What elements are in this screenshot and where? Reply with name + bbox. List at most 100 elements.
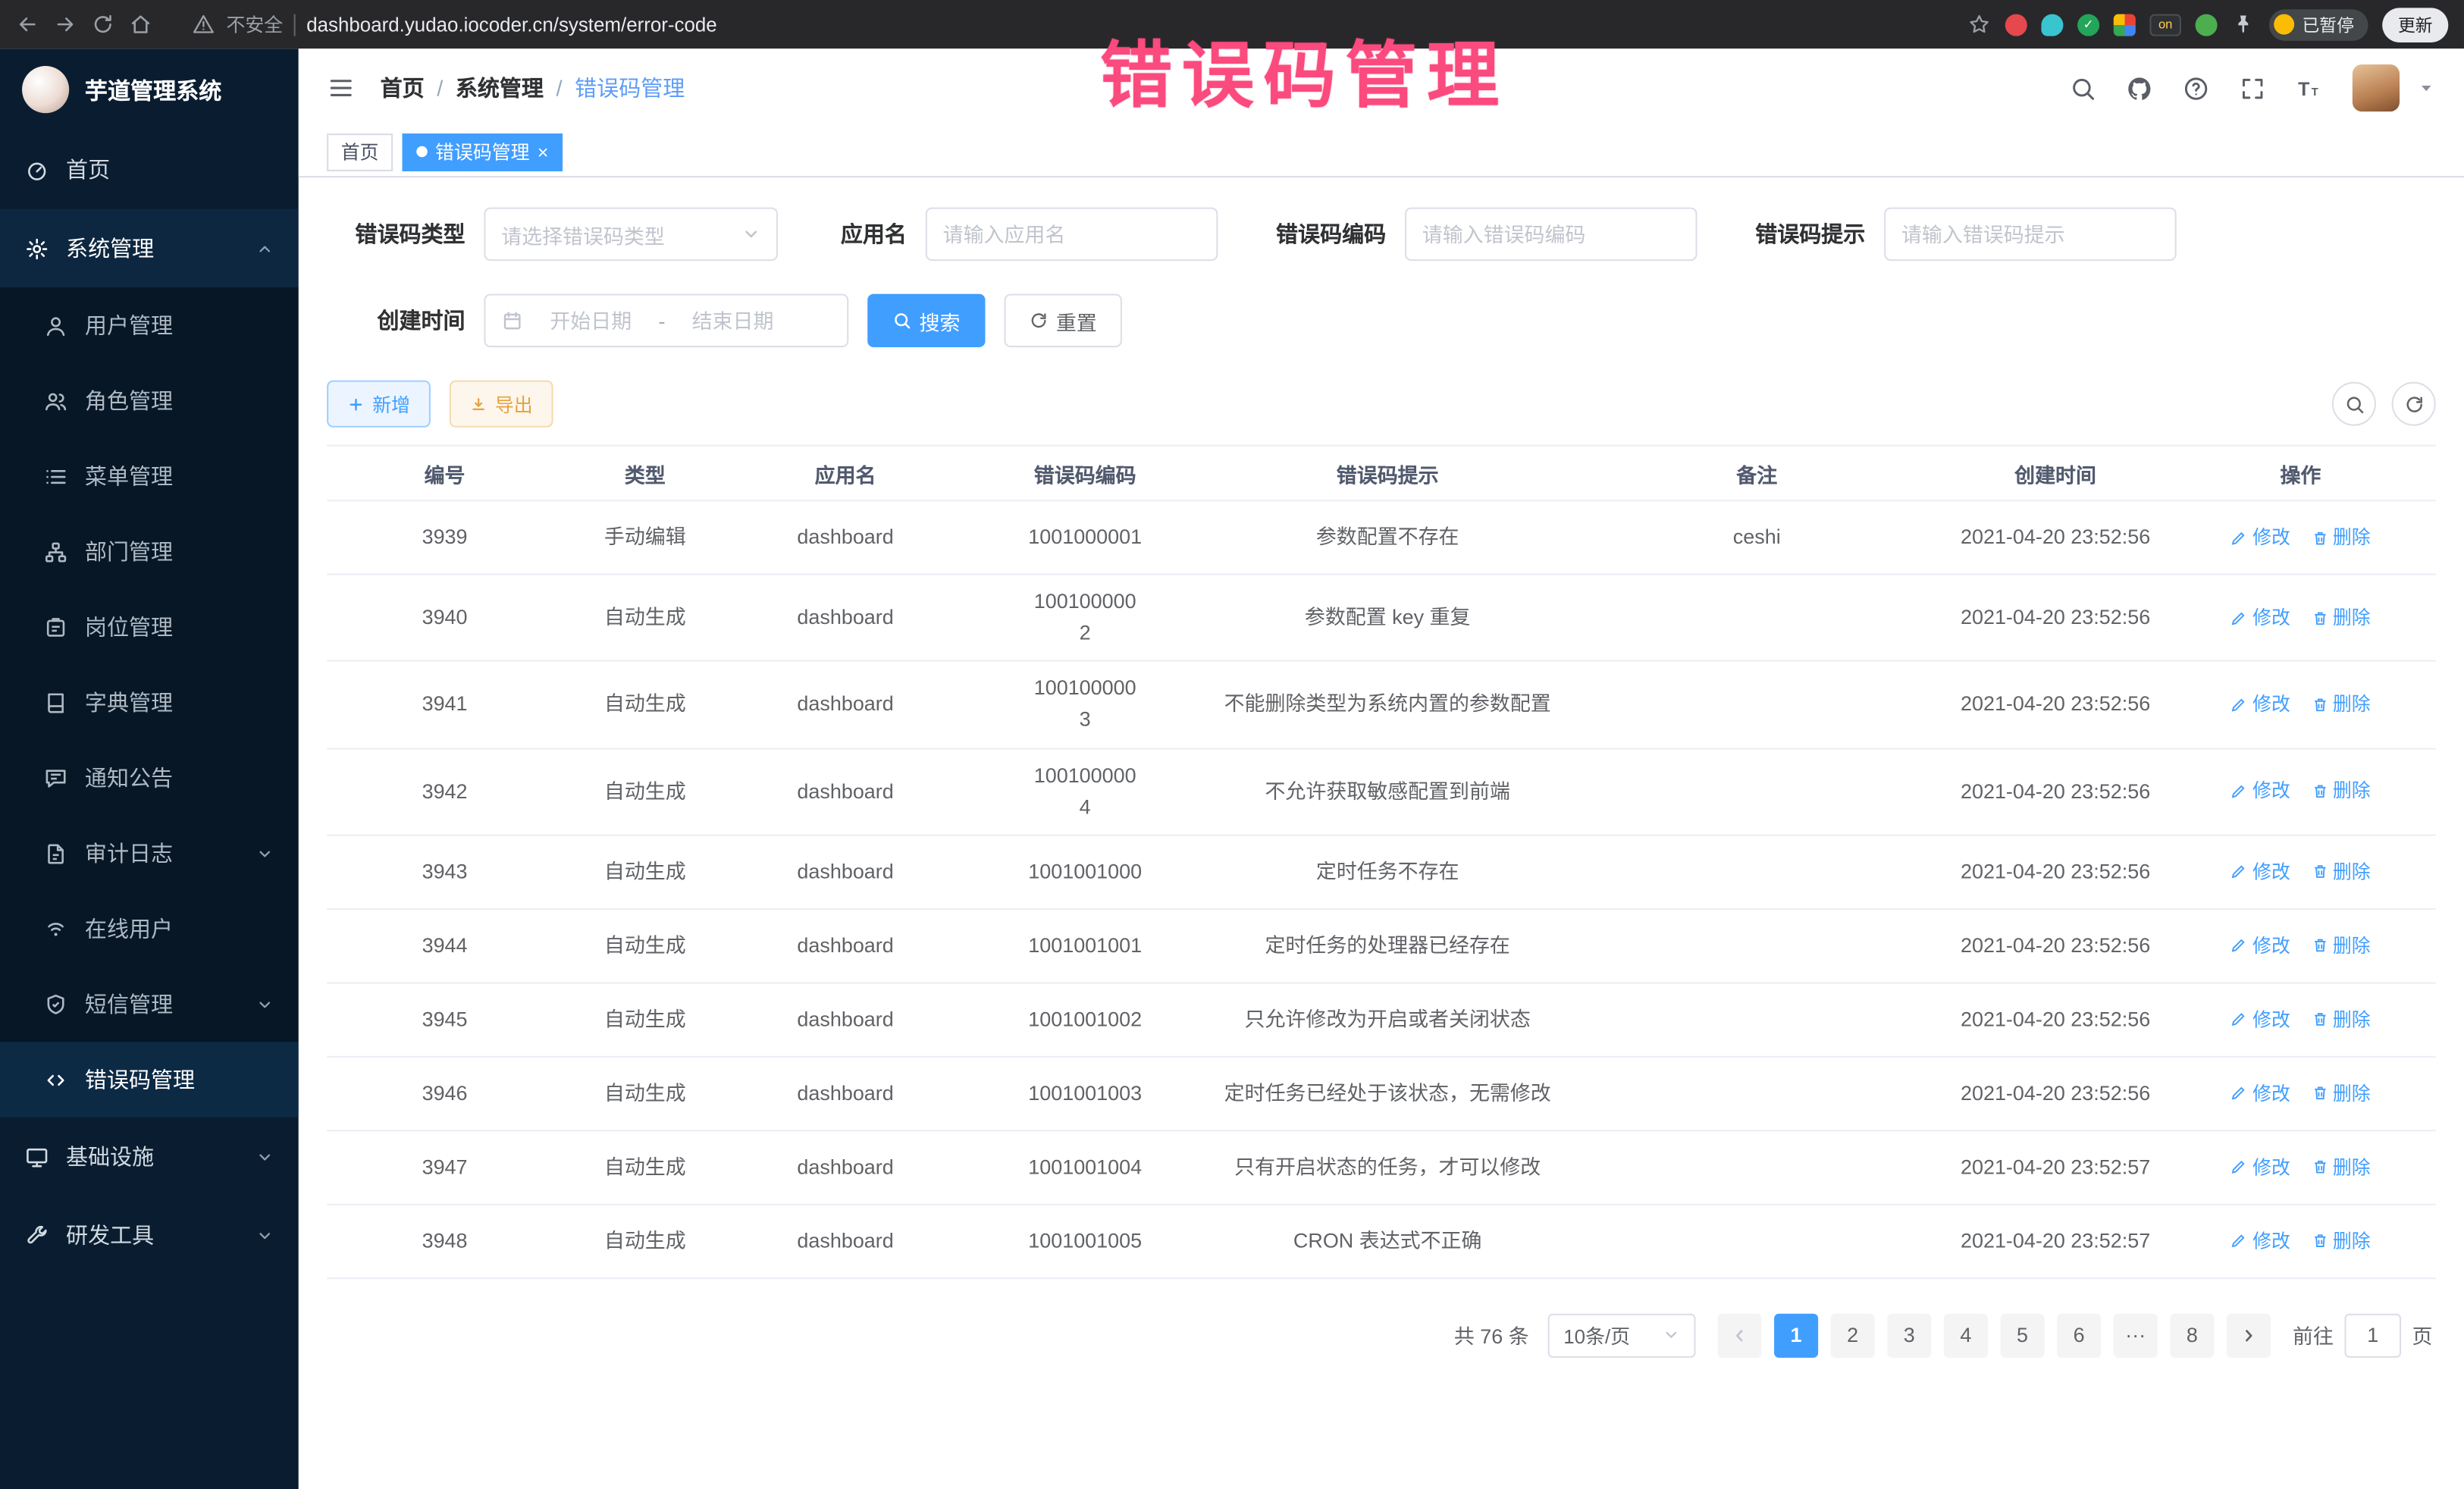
delete-link[interactable]: 删除 — [2311, 523, 2371, 553]
delete-link[interactable]: 删除 — [2311, 603, 2371, 633]
github-icon[interactable] — [2126, 74, 2152, 101]
error-code-field[interactable] — [1405, 208, 1698, 261]
tab-error-codes[interactable]: 错误码管理 × — [403, 133, 563, 171]
help-icon[interactable] — [2183, 74, 2209, 101]
pin-icon[interactable] — [2231, 13, 2255, 36]
breadcrumb-home[interactable]: 首页 — [381, 72, 425, 103]
extension-check-icon[interactable]: ✓ — [2077, 14, 2099, 36]
app-name-input[interactable] — [943, 222, 1201, 246]
edit-link[interactable]: 修改 — [2230, 1079, 2290, 1108]
avatar[interactable] — [2353, 64, 2400, 111]
delete-link[interactable]: 删除 — [2311, 1227, 2371, 1256]
bookmark-star-icon[interactable] — [1967, 13, 1991, 36]
back-icon[interactable] — [16, 13, 39, 36]
tab-home[interactable]: 首页 — [327, 133, 393, 171]
page-button-2[interactable]: 2 — [1831, 1313, 1875, 1357]
page-button-3[interactable]: 3 — [1887, 1313, 1931, 1357]
extension-red-icon[interactable] — [2005, 14, 2027, 36]
sidebar-item-home[interactable]: 首页 — [0, 130, 299, 209]
edit-link[interactable]: 修改 — [2230, 1005, 2290, 1035]
delete-link[interactable]: 删除 — [2311, 857, 2371, 887]
edit-link[interactable]: 修改 — [2230, 690, 2290, 719]
search-button[interactable]: 搜索 — [867, 294, 985, 347]
refresh-table-button[interactable] — [2392, 382, 2436, 426]
pencil-icon — [2230, 696, 2248, 713]
sidebar-item-posts[interactable]: 岗位管理 — [0, 589, 299, 664]
start-date-input[interactable] — [533, 309, 649, 332]
caret-down-icon[interactable] — [2417, 79, 2436, 98]
fullscreen-icon[interactable] — [2240, 74, 2266, 101]
end-date-input[interactable] — [675, 309, 791, 332]
sidebar-item-audit-logs[interactable]: 审计日志 — [0, 816, 299, 891]
sidebar-item-system[interactable]: 系统管理 — [0, 209, 299, 288]
main-area: 首页 / 系统管理 / 错误码管理 TT 首页 — [299, 49, 2464, 1489]
hamburger-icon[interactable] — [327, 74, 355, 102]
sidebar-item-infrastructure[interactable]: 基础设施 — [0, 1118, 299, 1196]
delete-link[interactable]: 删除 — [2311, 690, 2371, 719]
font-size-icon[interactable]: TT — [2296, 74, 2322, 101]
address-bar[interactable]: 不安全 dashboard.yudao.iocoder.cn/system/er… — [192, 11, 717, 38]
page-size-select[interactable]: 10条/页 — [1548, 1313, 1696, 1357]
export-button[interactable]: 导出 — [450, 381, 553, 428]
url-text[interactable]: dashboard.yudao.iocoder.cn/system/error-… — [306, 14, 717, 36]
error-type-select[interactable]: 请选择错误码类型 — [484, 208, 778, 261]
delete-link[interactable]: 删除 — [2311, 1005, 2371, 1035]
next-page-button[interactable] — [2227, 1313, 2271, 1357]
sidebar-item-dictionary[interactable]: 字典管理 — [0, 665, 299, 740]
sidebar-item-online-users[interactable]: 在线用户 — [0, 891, 299, 966]
sidebar-item-error-codes[interactable]: 错误码管理 — [0, 1042, 299, 1117]
sidebar-item-users[interactable]: 用户管理 — [0, 287, 299, 362]
delete-link[interactable]: 删除 — [2311, 931, 2371, 961]
goto-page-input[interactable] — [2344, 1313, 2401, 1357]
page-button-5[interactable]: 5 — [2000, 1313, 2044, 1357]
prev-page-button[interactable] — [1717, 1313, 1761, 1357]
extension-grid-icon[interactable] — [2114, 14, 2136, 36]
add-button[interactable]: 新增 — [327, 381, 431, 428]
sidebar-item-sms[interactable]: 短信管理 — [0, 967, 299, 1042]
edit-link[interactable]: 修改 — [2230, 603, 2290, 633]
trash-icon — [2311, 1233, 2328, 1250]
sidebar-item-devtools[interactable]: 研发工具 — [0, 1196, 299, 1274]
close-icon[interactable]: × — [538, 143, 549, 161]
edit-link[interactable]: 修改 — [2230, 523, 2290, 553]
edit-link[interactable]: 修改 — [2230, 777, 2290, 807]
breadcrumb-system[interactable]: 系统管理 — [456, 72, 544, 103]
sidebar-item-departments[interactable]: 部门管理 — [0, 514, 299, 589]
reload-icon[interactable] — [91, 13, 114, 36]
edit-link[interactable]: 修改 — [2230, 931, 2290, 961]
chevron-down-icon — [256, 1227, 274, 1244]
error-tip-input[interactable] — [1901, 222, 2159, 246]
reset-button[interactable]: 重置 — [1004, 294, 1121, 347]
sidebar-item-notices[interactable]: 通知公告 — [0, 740, 299, 815]
delete-link[interactable]: 删除 — [2311, 777, 2371, 807]
delete-link[interactable]: 删除 — [2311, 1152, 2371, 1182]
edit-link[interactable]: 修改 — [2230, 857, 2290, 887]
date-range-picker[interactable]: - — [484, 294, 848, 347]
extension-drop-icon[interactable] — [2041, 14, 2063, 36]
sidebar-item-menus[interactable]: 菜单管理 — [0, 438, 299, 513]
page-button-6[interactable]: 6 — [2057, 1313, 2101, 1357]
edit-link[interactable]: 修改 — [2230, 1152, 2290, 1182]
chevron-down-icon — [256, 1148, 274, 1165]
page-button-4[interactable]: 4 — [1944, 1313, 1988, 1357]
forward-icon[interactable] — [53, 13, 77, 36]
cell-tip: 不能删除类型为系统内置的参数配置 — [1207, 678, 1569, 732]
extension-green-icon[interactable] — [2196, 14, 2218, 36]
edit-link[interactable]: 修改 — [2230, 1227, 2290, 1256]
sidebar-item-roles[interactable]: 角色管理 — [0, 363, 299, 438]
app-logo[interactable]: 芋道管理系统 — [0, 49, 299, 130]
home-icon[interactable] — [129, 13, 152, 36]
extension-on-badge[interactable]: on — [2149, 14, 2180, 36]
page-button-1[interactable]: 1 — [1774, 1313, 1818, 1357]
page-button-8[interactable]: 8 — [2170, 1313, 2214, 1357]
update-button[interactable]: 更新 — [2382, 7, 2448, 42]
app-name-field[interactable] — [926, 208, 1218, 261]
error-code-input[interactable] — [1422, 222, 1680, 246]
search-icon[interactable] — [2070, 74, 2096, 101]
toggle-search-button[interactable] — [2332, 382, 2376, 426]
page-ellipsis[interactable]: ··· — [2114, 1313, 2158, 1357]
cell-code: 1001000002 — [964, 575, 1207, 661]
delete-link[interactable]: 删除 — [2311, 1079, 2371, 1108]
error-tip-field[interactable] — [1884, 208, 2177, 261]
profile-chip[interactable]: 已暂停 — [2269, 8, 2368, 39]
